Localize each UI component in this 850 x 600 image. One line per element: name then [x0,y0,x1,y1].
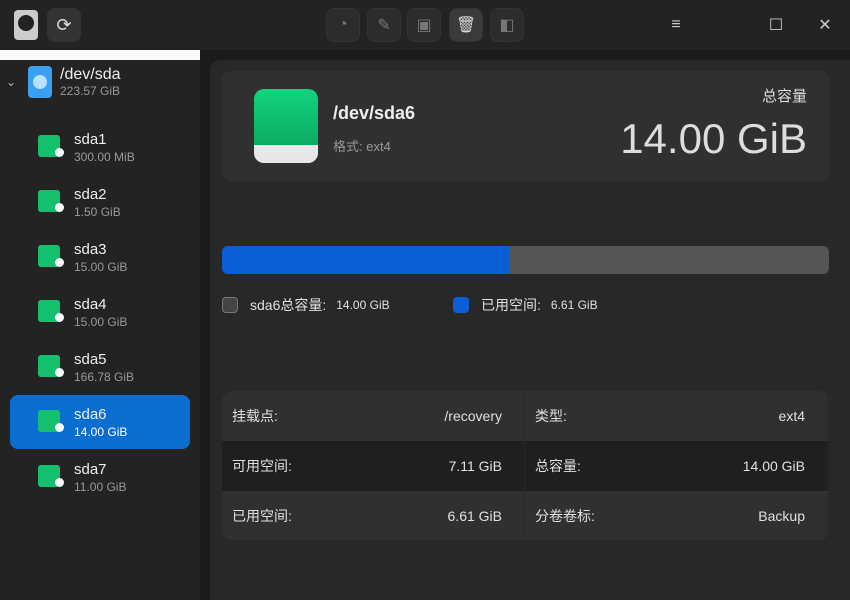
info-value: ext4 [778,408,805,424]
chevron-down-icon[interactable]: ⌄ [6,75,20,89]
partition-format: 格式: ext4 [333,139,391,154]
partition-name: sda4 [74,295,107,313]
partition-info-table: 挂载点: /recovery 类型: ext4 可用空间: 7.11 GiB 总容量: 14.… [222,391,829,540]
usage-bar [222,246,829,274]
menu-icon: ≡ [671,16,681,33]
info-cell: 已用空间: 6.61 GiB [222,491,525,540]
resize-icon: ◧ [499,17,515,34]
info-label: 总容量: [535,458,581,474]
partition-icon [38,245,64,269]
partition-icon [38,190,64,214]
partition-item-sda3[interactable]: sda3 15.00 GiB [10,230,190,284]
partition-icon [38,355,64,379]
partition-name: sda1 [74,130,107,148]
partition-name: sda5 [74,350,107,368]
info-value: 7.11 GiB [448,458,502,474]
maximize-icon: ☐ [768,17,784,34]
legend-used: 已用空间: 6.61 GiB [453,295,598,315]
partition-size: 1.50 GiB [74,204,121,219]
close-icon: ✕ [818,17,832,34]
wipe-button[interactable]: ✎ [367,8,401,42]
info-row: 挂载点: /recovery 类型: ext4 [222,391,829,441]
legend-total-label: sda6总容量: [250,297,327,313]
menu-button[interactable]: ≡ [663,12,689,38]
partition-size: 15.00 GiB [74,259,128,274]
info-row: 可用空间: 7.11 GiB 总容量: 14.00 GiB [222,441,829,491]
partition-drive-icon [254,89,318,163]
disk-icon [28,66,52,98]
partition-item-sda5[interactable]: sda5 166.78 GiB [10,340,190,394]
disk-size: 223.57 GiB [60,84,121,98]
partition-icon [38,135,64,159]
info-label: 已用空间: [232,508,292,524]
partition-item-sda1[interactable]: sda1 300.00 MiB [10,120,190,174]
wipe-icon: ✎ [377,17,391,34]
info-value: Backup [758,508,805,524]
partition-summary-card: /dev/sda6 格式: ext4 总容量 14.00 GiB [222,71,829,181]
usage-bar-fill [222,246,509,274]
partition-name: sda2 [74,185,107,203]
delete-icon: 🗑 [455,17,477,34]
info-label: 挂载点: [232,408,278,424]
info-cell: 类型: ext4 [525,391,828,441]
maximize-button[interactable]: ☐ [763,12,789,38]
partition-button[interactable]: ◔ [326,8,360,42]
info-label: 可用空间: [232,458,292,474]
disk-item[interactable]: ⌄ /dev/sda 223.57 GiB [6,66,120,98]
mount-icon: ▣ [416,17,432,34]
partition-name: sda3 [74,240,107,258]
partition-size: 166.78 GiB [74,369,135,384]
refresh-icon: ⟳ [56,14,72,35]
partition-item-sda7[interactable]: sda7 11.00 GiB [10,450,190,504]
close-button[interactable]: ✕ [812,12,838,38]
info-cell: 总容量: 14.00 GiB [525,441,828,491]
partition-item-sda2[interactable]: sda2 1.50 GiB [10,175,190,229]
partition-icon [38,410,64,434]
partition-icon [38,465,64,489]
partition-size: 15.00 GiB [74,314,128,329]
info-label: 分卷卷标: [535,508,595,524]
partition-name: sda7 [74,460,107,478]
harddisk-app-icon [14,10,38,40]
legend-used-label: 已用空间: [481,297,541,313]
mount-button[interactable]: ▣ [407,8,441,42]
title-bar: ⟳ ◔ ✎ ▣ 🗑 ◧ ≡ ☐ ✕ [0,0,850,50]
info-label: 类型: [535,408,567,424]
partition-size: 14.00 GiB [74,424,128,439]
partition-icon [38,300,64,324]
partition-icon: ◔ [338,16,348,33]
info-row: 已用空间: 6.61 GiB 分卷卷标: Backup [222,491,829,540]
capacity-value: 14.00 GiB [620,115,807,162]
capacity-label: 总容量 [761,88,807,105]
legend-swatch-total [222,297,238,313]
partition-size: 300.00 MiB [74,149,135,164]
partition-item-sda6[interactable]: sda6 14.00 GiB [10,395,190,449]
info-value: /recovery [444,408,502,424]
legend-swatch-used [453,297,469,313]
info-cell: 可用空间: 7.11 GiB [222,441,525,491]
legend-total: sda6总容量: 14.00 GiB [222,295,390,315]
info-value: 6.61 GiB [447,508,502,524]
partition-name: sda6 [74,405,107,423]
info-cell: 分卷卷标: Backup [525,491,828,540]
delete-button[interactable]: 🗑 [449,8,483,42]
partition-title: /dev/sda6 [333,103,416,123]
legend-used-value: 6.61 GiB [550,298,598,312]
info-cell: 挂载点: /recovery [222,391,525,441]
sidebar-top-strip [0,50,200,60]
info-value: 14.00 GiB [742,458,805,474]
resize-button[interactable]: ◧ [490,8,524,42]
refresh-button[interactable]: ⟳ [47,8,81,42]
disk-name: /dev/sda [60,66,121,83]
partition-size: 11.00 GiB [74,479,127,494]
legend-total-value: 14.00 GiB [336,298,390,312]
partition-item-sda4[interactable]: sda4 15.00 GiB [10,285,190,339]
